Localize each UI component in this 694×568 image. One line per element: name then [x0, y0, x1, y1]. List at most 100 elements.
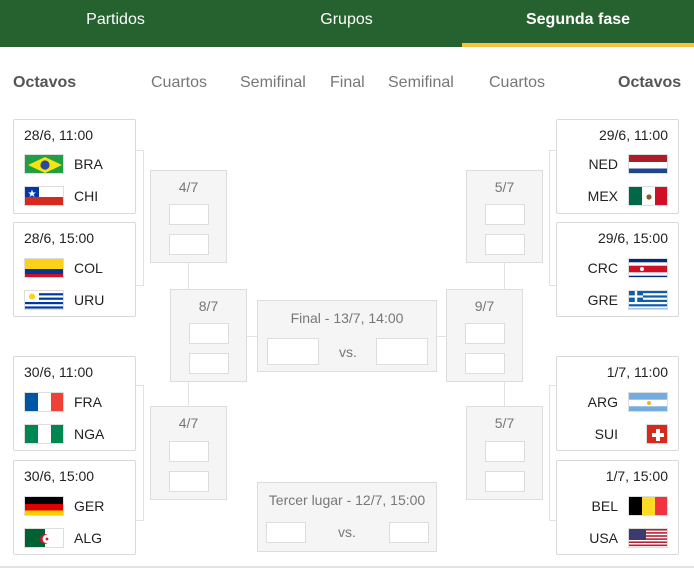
- colombia-flag-icon: [24, 258, 64, 278]
- switzerland-flag-icon: [646, 424, 668, 444]
- semifinal-box[interactable]: 9/7: [446, 289, 523, 382]
- column-left-semifinal: Semifinal: [240, 74, 306, 91]
- third-place-box[interactable]: Tercer lugar - 12/7, 15:00 vs.: [257, 482, 437, 552]
- connector: [143, 385, 144, 521]
- team-row: NGA: [24, 424, 129, 444]
- team-code: COL: [74, 260, 103, 276]
- tab-partidos[interactable]: Partidos: [0, 0, 231, 47]
- column-left-cuartos: Cuartos: [151, 74, 208, 91]
- quarterfinal-box[interactable]: 5/7: [466, 406, 543, 500]
- team-row: URU: [24, 290, 129, 310]
- team-row: GRE: [563, 290, 668, 310]
- team-code: CRC: [587, 260, 618, 276]
- column-left-octavos: Octavos: [13, 74, 77, 91]
- team-slot: [169, 471, 209, 492]
- tab-grupos[interactable]: Grupos: [231, 0, 462, 47]
- team-slot: [465, 353, 505, 374]
- quarterfinal-box[interactable]: 4/7: [150, 406, 227, 500]
- nigeria-flag-icon: [24, 424, 64, 444]
- match-date: 29/6, 11:00: [598, 127, 668, 143]
- connector: [143, 150, 144, 286]
- vs-label: vs.: [339, 344, 357, 360]
- team-row: SUI: [563, 424, 668, 444]
- team-code: URU: [74, 292, 105, 308]
- team-slot: [266, 522, 306, 543]
- third-place-label: Tercer lugar - 12/7, 15:00: [268, 492, 426, 508]
- match-date: 1/7, 11:00: [606, 364, 668, 380]
- column-final: Final: [330, 74, 365, 91]
- argentina-flag-icon: [628, 392, 668, 412]
- costa-rica-flag-icon: [628, 258, 668, 278]
- team-slot: [376, 338, 428, 365]
- greece-flag-icon: [628, 290, 668, 310]
- tab-segunda-fase[interactable]: Segunda fase: [462, 0, 694, 47]
- team-code: NED: [588, 156, 618, 172]
- match-card-ger-alg[interactable]: 30/6, 15:00 GER ALG: [13, 460, 136, 555]
- connector: [549, 385, 550, 521]
- column-right-octavos: Octavos: [618, 74, 682, 91]
- team-slot: [389, 522, 429, 543]
- team-slot: [485, 204, 525, 225]
- match-card-bra-chi[interactable]: 28/6, 11:00 BRA CHI: [13, 119, 136, 214]
- quarterfinal-box[interactable]: 5/7: [466, 170, 543, 263]
- match-card-arg-sui[interactable]: 1/7, 11:00 ARG SUI: [556, 356, 679, 451]
- team-row: CRC: [563, 258, 668, 278]
- vs-label: vs.: [338, 524, 356, 540]
- match-card-fra-nga[interactable]: 30/6, 11:00 FRA NGA: [13, 356, 136, 451]
- final-label: Final - 13/7, 14:00: [290, 310, 404, 326]
- match-date: 30/6, 11:00: [24, 364, 94, 380]
- team-row: ARG: [563, 392, 668, 412]
- belgium-flag-icon: [628, 496, 668, 516]
- match-card-bel-usa[interactable]: 1/7, 15:00 BEL USA: [556, 460, 679, 555]
- match-date: 5/7: [494, 179, 515, 195]
- match-card-ned-mex[interactable]: 29/6, 11:00 NED MEX: [556, 119, 679, 214]
- team-row: MEX: [563, 186, 668, 206]
- chile-flag-icon: [24, 186, 64, 206]
- match-date: 29/6, 15:00: [597, 230, 668, 246]
- team-slot: [485, 441, 525, 462]
- column-right-semifinal: Semifinal: [388, 74, 454, 91]
- team-slot: [169, 441, 209, 462]
- team-row: BRA: [24, 154, 129, 174]
- team-code: CHI: [74, 188, 99, 204]
- team-slot: [189, 323, 229, 344]
- france-flag-icon: [24, 392, 64, 412]
- team-code: SUI: [594, 426, 618, 442]
- team-slot: [169, 204, 209, 225]
- column-right-cuartos: Cuartos: [489, 74, 546, 91]
- semifinal-box[interactable]: 8/7: [170, 289, 247, 382]
- match-date: 1/7, 15:00: [605, 468, 668, 484]
- connector: [188, 262, 189, 290]
- match-date: 28/6, 15:00: [24, 230, 95, 246]
- team-code: USA: [589, 530, 618, 546]
- match-card-col-uru[interactable]: 28/6, 15:00 COL URU: [13, 222, 136, 317]
- team-slot: [485, 471, 525, 492]
- mexico-flag-icon: [628, 186, 668, 206]
- match-date: 4/7: [178, 415, 199, 431]
- team-row: FRA: [24, 392, 129, 412]
- connector: [504, 262, 505, 290]
- team-row: COL: [24, 258, 129, 278]
- connector: [188, 382, 189, 407]
- connector: [549, 150, 550, 286]
- final-box[interactable]: Final - 13/7, 14:00 vs.: [257, 300, 437, 372]
- match-date: 4/7: [178, 179, 199, 195]
- match-card-crc-gre[interactable]: 29/6, 15:00 CRC GRE: [556, 222, 679, 317]
- match-date: 9/7: [474, 298, 495, 314]
- match-date: 8/7: [198, 298, 219, 314]
- team-code: GRE: [587, 292, 618, 308]
- team-slot: [267, 338, 319, 365]
- match-date: 28/6, 11:00: [24, 127, 94, 143]
- team-code: ALG: [74, 530, 103, 546]
- stage-tabs: Partidos Grupos Segunda fase: [0, 0, 694, 47]
- team-code: ARG: [587, 394, 618, 410]
- team-code: BRA: [74, 156, 103, 172]
- team-code: MEX: [587, 188, 618, 204]
- connector: [504, 382, 505, 407]
- brazil-flag-icon: [24, 154, 64, 174]
- germany-flag-icon: [24, 496, 64, 516]
- quarterfinal-box[interactable]: 4/7: [150, 170, 227, 263]
- team-row: ALG: [24, 528, 129, 548]
- team-code: BEL: [591, 498, 618, 514]
- netherlands-flag-icon: [628, 154, 668, 174]
